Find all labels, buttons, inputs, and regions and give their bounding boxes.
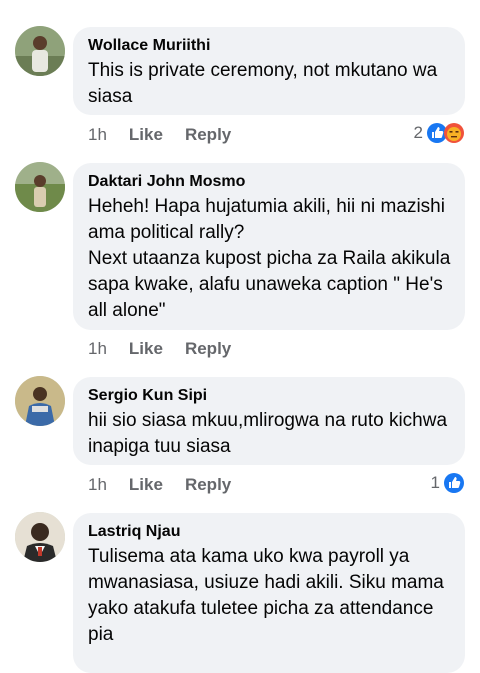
- comment-actions: 1h Like Reply: [88, 474, 253, 496]
- like-button[interactable]: Like: [129, 475, 163, 494]
- avatar[interactable]: [15, 376, 65, 426]
- reply-button[interactable]: Reply: [185, 339, 231, 358]
- reaction-count: 1: [430, 473, 440, 492]
- avatar[interactable]: [15, 162, 65, 212]
- comment-bubble: Lastriq Njau Tulisema ata kama uko kwa p…: [73, 513, 465, 673]
- comment-author[interactable]: Daktari John Mosmo: [88, 172, 451, 192]
- reaction-summary[interactable]: 1: [431, 472, 464, 494]
- like-button[interactable]: Like: [129, 339, 163, 358]
- comment-text: Heheh! Hapa hujatumia akili, hii ni mazi…: [88, 196, 451, 321]
- comment-bubble: Daktari John Mosmo Heheh! Hapa hujatumia…: [73, 163, 465, 330]
- comment-author[interactable]: Sergio Kun Sipi: [88, 386, 451, 406]
- reply-button[interactable]: Reply: [185, 125, 231, 144]
- avatar[interactable]: [15, 512, 65, 562]
- comment-actions: 1h Like Reply: [88, 338, 253, 360]
- like-button[interactable]: Like: [129, 125, 163, 144]
- comment-text: hii sio siasa mkuu,mlirogwa na ruto kich…: [88, 410, 448, 457]
- comment-time[interactable]: 1h: [88, 339, 107, 358]
- reaction-summary[interactable]: 2: [414, 122, 464, 144]
- like-icon: [444, 473, 464, 493]
- comment-author[interactable]: Lastriq Njau: [88, 522, 451, 542]
- angry-icon: [444, 123, 464, 143]
- avatar[interactable]: [15, 26, 65, 76]
- comment-time[interactable]: 1h: [88, 475, 107, 494]
- comment-text: Tulisema ata kama uko kwa payroll ya mwa…: [88, 546, 444, 645]
- comment-bubble: Sergio Kun Sipi hii sio siasa mkuu,mliro…: [73, 377, 465, 465]
- comment-bubble: Wollace Muriithi This is private ceremon…: [73, 27, 465, 115]
- reaction-count: 2: [413, 123, 423, 142]
- reply-button[interactable]: Reply: [185, 475, 231, 494]
- comment-actions: 1h Like Reply: [88, 124, 253, 146]
- comment-text: This is private ceremony, not mkutano wa…: [88, 60, 438, 107]
- comment-author[interactable]: Wollace Muriithi: [88, 36, 451, 56]
- comment-time[interactable]: 1h: [88, 125, 107, 144]
